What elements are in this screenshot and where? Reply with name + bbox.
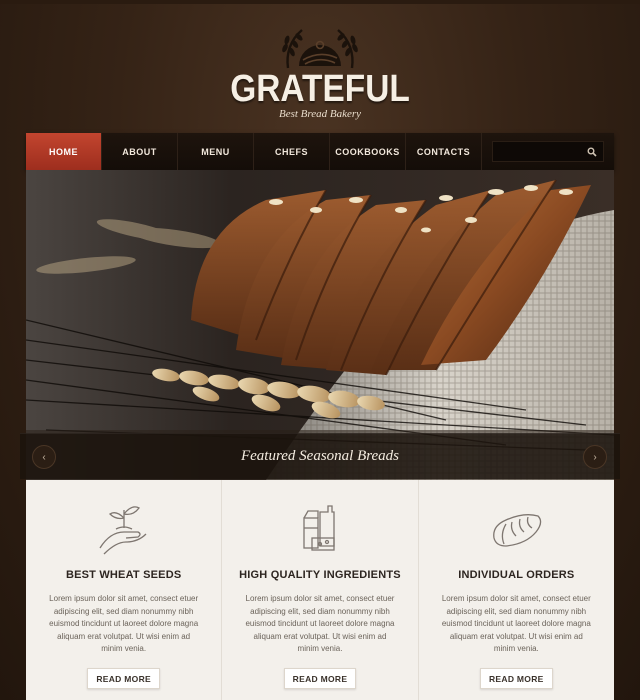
bread-loaf-icon — [493, 514, 542, 547]
feature-card: INDIVIDUAL ORDERS Lorem ipsum dolor sit … — [419, 480, 614, 700]
slider-caption: Featured Seasonal Breads — [240, 448, 400, 464]
feature-card: BEST WHEAT SEEDS Lorem ipsum dolor sit a… — [26, 480, 223, 700]
feature-text: Lorem ipsum dolor sit amet, consect etue… — [441, 594, 591, 653]
ingredients-icon — [303, 505, 335, 551]
feature-text: Lorem ipsum dolor sit amet, consect etue… — [245, 594, 395, 653]
main-navigation: HOME ABOUT MENU CHEFS COOKBOOKS CONTACTS — [26, 133, 614, 170]
feature-title: INDIVIDUAL ORDERS — [458, 569, 575, 581]
brand-name: GRATEFUL — [230, 68, 410, 110]
nav-item-contacts[interactable]: CONTACTS — [406, 133, 482, 170]
read-more-button[interactable]: READ MORE — [283, 667, 357, 689]
chevron-right-icon: › — [593, 451, 597, 463]
feature-title: HIGH QUALITY INGREDIENTS — [239, 569, 401, 581]
features-section: BEST WHEAT SEEDS Lorem ipsum dolor sit a… — [26, 480, 614, 700]
hand-sprout-icon — [99, 506, 147, 555]
logo[interactable]: GRATEFUL Best Bread Bakery — [0, 22, 640, 120]
feature-text: Lorem ipsum dolor sit amet, consect etue… — [49, 594, 199, 653]
feature-card: HIGH QUALITY INGREDIENTS Lorem ipsum dol… — [222, 480, 419, 700]
read-more-button[interactable]: READ MORE — [87, 667, 160, 689]
feature-title: BEST WHEAT SEEDS — [65, 569, 182, 581]
search-box — [492, 141, 604, 162]
wheat-farm-emblem-icon — [282, 29, 358, 69]
nav-item-menu[interactable]: MENU — [178, 133, 254, 170]
search-area — [482, 133, 614, 170]
nav-item-about[interactable]: ABOUT — [102, 133, 178, 170]
slider-caption-bar: ‹ Featured Seasonal Breads › — [20, 433, 620, 479]
top-border — [0, 0, 640, 4]
search-icon[interactable] — [587, 147, 597, 157]
slider-next-button[interactable]: › — [583, 445, 607, 469]
read-more-button[interactable]: READ MORE — [479, 667, 553, 689]
nav-item-home[interactable]: HOME — [26, 133, 102, 170]
nav-item-cookbooks[interactable]: COOKBOOKS — [330, 133, 406, 170]
nav-item-chefs[interactable]: CHEFS — [254, 133, 330, 170]
